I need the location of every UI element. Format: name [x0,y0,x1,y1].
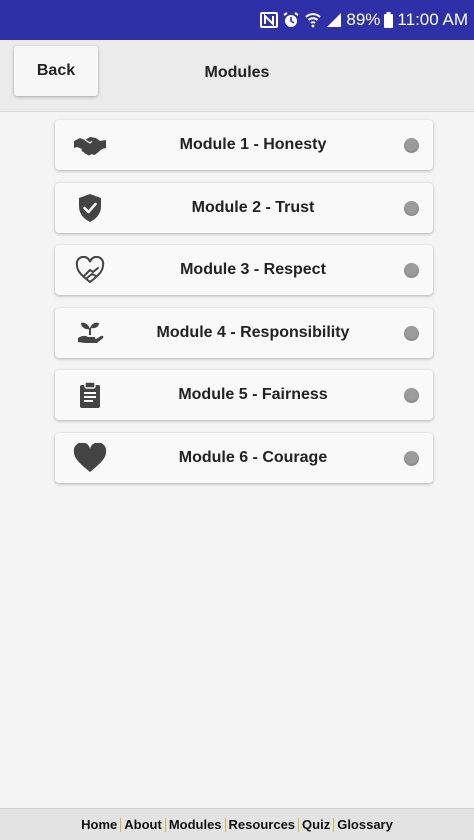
module-label: Module 6 - Courage [178,449,328,466]
footer-link-home[interactable]: Home [78,817,120,832]
back-button[interactable]: Back [14,46,98,96]
sprout-hand-icon [73,316,107,350]
status-dot [404,138,419,153]
clock: 11:00 AM [397,10,468,29]
clipboard-icon [73,378,107,412]
footer-link-about[interactable]: About [121,817,165,832]
status-dot [404,263,419,278]
module-label: Module 2 - Trust [191,199,315,216]
module-item-responsibility[interactable]: Module 4 - Responsibility [55,308,433,358]
status-dot [404,201,419,216]
handshake-icon [73,128,107,162]
footer-link-quiz[interactable]: Quiz [299,817,333,832]
battery-percent: 89% [346,10,381,29]
module-label: Module 5 - Fairness [178,386,328,403]
module-item-respect[interactable]: Module 3 - Respect [55,245,433,295]
header: Back Modules [0,40,474,112]
footer-link-glossary[interactable]: Glossary [334,817,396,832]
module-label: Module 1 - Honesty [179,136,327,153]
module-label: Module 3 - Respect [180,261,326,278]
status-dot [404,388,419,403]
battery-icon [384,12,394,28]
nfc-icon [260,12,279,28]
status-dot [404,326,419,341]
alarm-icon [282,11,300,29]
heart-icon [73,441,107,475]
footer-link-resources[interactable]: Resources [226,817,298,832]
module-item-honesty[interactable]: Module 1 - Honesty [55,120,433,170]
wifi-icon [304,12,322,28]
status-bar: 89% 11:00 AM [0,0,474,40]
status-dot [404,451,419,466]
module-item-fairness[interactable]: Module 5 - Fairness [55,370,433,420]
footer-link-modules[interactable]: Modules [166,817,225,832]
footer-nav: Home About Modules Resources Quiz Glossa… [0,808,474,840]
signal-icon [326,12,342,28]
module-label: Module 4 - Responsibility [156,324,350,341]
heart-hand-icon [73,253,107,287]
shield-check-icon [73,191,107,225]
module-item-trust[interactable]: Module 2 - Trust [55,183,433,233]
module-item-courage[interactable]: Module 6 - Courage [55,433,433,483]
